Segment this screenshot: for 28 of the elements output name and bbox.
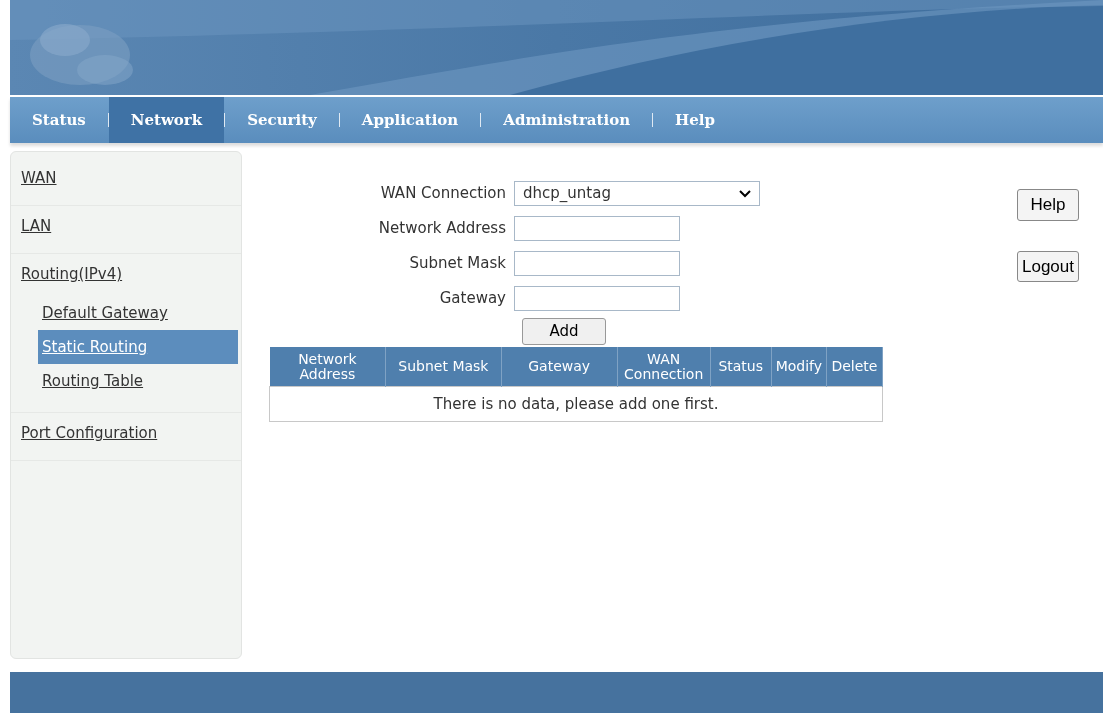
empty-message: There is no data, please add one first. xyxy=(269,386,883,422)
sidebar-subitem[interactable]: Static Routing xyxy=(38,330,238,364)
sidebar-subitem[interactable]: Routing Table xyxy=(38,364,238,398)
field-label: Network Address xyxy=(377,218,507,240)
sidebar-item[interactable]: WAN xyxy=(11,158,241,206)
column-header: WAN Connection xyxy=(617,346,711,387)
input-field[interactable] xyxy=(514,286,680,311)
nav-tab[interactable]: Network xyxy=(108,97,225,143)
input-field[interactable] xyxy=(514,251,680,276)
column-header: Gateway xyxy=(501,346,618,387)
column-header: Delete xyxy=(826,346,883,387)
sidebar-subitem[interactable]: Default Gateway xyxy=(38,296,238,330)
chevron-icon xyxy=(739,189,751,198)
column-header: Modify xyxy=(771,346,827,387)
field-label: Subnet Mask xyxy=(408,253,507,275)
sidebar-item[interactable]: Routing(IPv4) xyxy=(11,254,241,296)
sidebar-item[interactable]: Port Configuration xyxy=(11,413,241,461)
add-button[interactable]: Add xyxy=(522,317,606,345)
column-header: Subnet Mask xyxy=(385,346,501,387)
field-label: Gateway xyxy=(438,288,507,310)
sidebar-item[interactable]: LAN xyxy=(11,206,241,254)
input-field[interactable] xyxy=(514,216,680,241)
help-button[interactable]: Help xyxy=(1017,189,1079,221)
logout-button[interactable]: Logout xyxy=(1017,250,1079,282)
column-header: Network Address xyxy=(269,346,386,387)
dropdown[interactable]: dhcp_untag xyxy=(514,181,760,206)
field-label: WAN Connection xyxy=(379,183,507,205)
column-header: Status xyxy=(710,346,772,387)
